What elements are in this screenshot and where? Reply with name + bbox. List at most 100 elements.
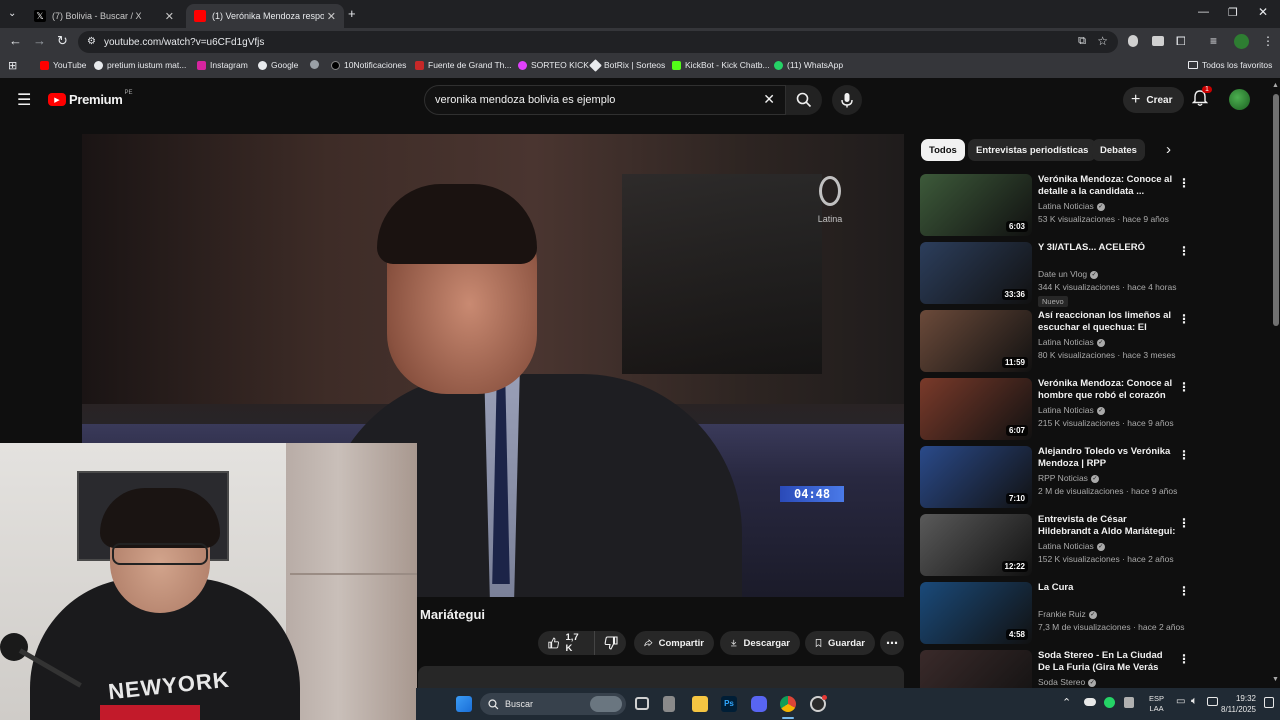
language-indicator[interactable]: ESP LAA — [1149, 694, 1164, 714]
bookmark-globe[interactable] — [310, 60, 323, 69]
recommendation-channel[interactable]: RPP Noticias ✓ — [1038, 473, 1099, 483]
recommendation-title[interactable]: Entrevista de César Hildebrandt a Aldo M… — [1038, 514, 1176, 539]
video-thumbnail[interactable]: 4:58 — [920, 582, 1032, 644]
recommendation-channel[interactable]: Frankie Ruiz ✓ — [1038, 609, 1097, 619]
recommendation-title[interactable]: Y 3I/ATLAS... ACELERÓ — [1038, 242, 1176, 254]
recommendation-item[interactable]: 4:58 La Cura Frankie Ruiz ✓ 7,3 M de visuali… — [920, 582, 1190, 646]
extensions-puzzle-icon[interactable]: ⧠ — [1176, 34, 1186, 49]
recommendation-channel[interactable]: Latina Noticias ✓ — [1038, 337, 1105, 347]
video-thumbnail[interactable]: 6:07 — [920, 378, 1032, 440]
chrome-menu-icon[interactable]: ⋮ — [1262, 34, 1274, 48]
tab-search-icon[interactable]: ⌄ — [8, 8, 16, 19]
new-tab-icon[interactable]: + — [348, 6, 356, 21]
share-button[interactable]: Compartir — [634, 631, 714, 655]
photoshop-icon[interactable]: Ps — [721, 696, 737, 712]
description-box[interactable] — [418, 666, 904, 688]
more-vert-icon[interactable]: ⋮ — [1178, 516, 1190, 530]
recommendation-item[interactable]: 6:07 Verónika Mendoza: Conoce al hombre q… — [920, 378, 1190, 442]
scroll-down-icon[interactable]: ▼ — [1272, 676, 1279, 683]
more-actions-button[interactable]: ⋯ — [880, 631, 904, 655]
video-thumbnail[interactable]: 7:10 — [920, 446, 1032, 508]
dislike-button[interactable] — [594, 631, 626, 655]
more-vert-icon[interactable]: ⋮ — [1178, 652, 1190, 666]
close-tab-icon[interactable]: ✕ — [165, 10, 174, 23]
more-vert-icon[interactable]: ⋮ — [1178, 176, 1190, 190]
save-button[interactable]: Guardar — [805, 631, 875, 655]
recommendation-item[interactable]: 12:22 Entrevista de César Hildebrandt a A… — [920, 514, 1190, 578]
create-button[interactable]: + Crear — [1123, 87, 1185, 113]
search-input[interactable]: veronika mendoza bolivia es ejemplo ✕ — [424, 85, 786, 115]
all-bookmarks[interactable]: Todos los favoritos — [1188, 60, 1272, 70]
forward-icon[interactable]: → — [33, 33, 46, 48]
recommendation-channel[interactable]: Latina Noticias ✓ — [1038, 541, 1105, 551]
install-icon[interactable]: ⧉ — [1078, 35, 1086, 48]
bookmark-kickbot[interactable]: KickBot - Kick Chatb... — [672, 60, 770, 70]
network-icon[interactable]: ▭ — [1176, 696, 1185, 707]
recommendation-item[interactable]: 33:36 Y 3I/ATLAS... ACELERÓ Date un Vlog ✓ 3… — [920, 242, 1190, 307]
recommendation-title[interactable]: Verónika Mendoza: Conoce al hombre que r… — [1038, 378, 1176, 403]
notification-center-icon[interactable] — [1264, 697, 1274, 708]
chips-next-icon[interactable]: › — [1166, 141, 1171, 158]
back-icon[interactable]: ← — [9, 33, 22, 48]
profile-avatar[interactable] — [1234, 34, 1249, 49]
chip-entrevistas[interactable]: Entrevistas periodísticas — [968, 139, 1097, 161]
recommendation-channel[interactable]: Latina Noticias ✓ — [1038, 405, 1105, 415]
recommendation-title[interactable]: La Cura — [1038, 582, 1176, 594]
scrollbar-thumb[interactable] — [1273, 94, 1279, 326]
video-thumbnail[interactable]: 11:59 — [920, 310, 1032, 372]
video-thumbnail[interactable]: 6:03 — [920, 174, 1032, 236]
youtube-logo[interactable]: ▶ Premium PE — [48, 90, 133, 107]
recommendation-title[interactable]: Soda Stereo - En La Ciudad De La Furia (… — [1038, 650, 1176, 675]
recommendation-title[interactable]: Así reaccionan los limeños al escuchar e… — [1038, 310, 1176, 335]
minimize-icon[interactable]: — — [1198, 6, 1209, 18]
bookmark-10notificaciones[interactable]: 10Notificaciones — [331, 60, 406, 70]
recommendation-item[interactable]: 6:03 Verónika Mendoza: Conoce al detalle … — [920, 174, 1190, 238]
video-thumbnail[interactable]: 33:36 — [920, 242, 1032, 304]
file-explorer-icon[interactable] — [692, 696, 708, 712]
bookmark-gta[interactable]: Fuente de Grand Th... — [415, 60, 511, 70]
chrome-icon[interactable] — [780, 696, 796, 712]
bookmark-botrix[interactable]: BotRix | Sorteos — [589, 58, 665, 72]
more-vert-icon[interactable]: ⋮ — [1178, 448, 1190, 462]
recommendation-channel[interactable]: Date un Vlog ✓ — [1038, 269, 1099, 279]
task-view-icon[interactable] — [635, 697, 649, 710]
bookmark-instagram[interactable]: Instagram — [197, 60, 248, 70]
clock[interactable]: 19:32 8/11/2025 — [1216, 693, 1256, 715]
recommendation-channel[interactable]: Soda Stereo ✓ — [1038, 677, 1097, 687]
app-tray-icon[interactable] — [1104, 697, 1115, 708]
close-tab-icon[interactable]: ✕ — [327, 10, 336, 23]
scroll-up-icon[interactable]: ▲ — [1272, 82, 1279, 89]
tab-youtube[interactable]: (1) Verónika Mendoza respondi ✕ — [186, 4, 344, 28]
notifications-button[interactable]: 1 — [1191, 86, 1212, 112]
site-info-icon[interactable]: ⚙ — [87, 36, 96, 47]
hamburger-menu-icon[interactable]: ☰ — [17, 90, 31, 110]
printer-app-icon[interactable] — [663, 696, 675, 712]
more-vert-icon[interactable]: ⋮ — [1178, 312, 1190, 326]
taskbar-search[interactable]: Buscar — [480, 693, 626, 715]
more-vert-icon[interactable]: ⋮ — [1178, 584, 1190, 598]
page-scrollbar[interactable]: ▲ ▼ — [1272, 80, 1280, 688]
recommendation-item[interactable]: 11:59 Así reaccionan los limeños al escuc… — [920, 310, 1190, 374]
voice-search-button[interactable] — [832, 85, 862, 115]
search-button[interactable] — [786, 85, 822, 115]
clear-search-icon[interactable]: ✕ — [763, 91, 775, 108]
bookmark-pretium[interactable]: pretium iustum mat... — [94, 60, 186, 70]
apps-grid-icon[interactable]: ⊞ — [8, 59, 17, 72]
recommendation-channel[interactable]: Latina Noticias ✓ — [1038, 201, 1105, 211]
restore-icon[interactable]: ❐ — [1228, 6, 1238, 19]
extension-icon[interactable] — [1152, 36, 1164, 46]
like-button[interactable]: 1,7 K — [538, 631, 594, 655]
bookmark-google[interactable]: Google — [258, 60, 298, 70]
discord-icon[interactable] — [751, 696, 767, 712]
bookmark-star-icon[interactable]: ☆ — [1097, 34, 1108, 48]
download-button[interactable]: Descargar — [720, 631, 800, 655]
chip-todos[interactable]: Todos — [921, 139, 965, 161]
chip-debates[interactable]: Debates — [1092, 139, 1145, 161]
close-window-icon[interactable]: ✕ — [1258, 5, 1268, 19]
onedrive-icon[interactable] — [1084, 698, 1096, 706]
recommendation-title[interactable]: Alejandro Toledo vs Verónika Mendoza | R… — [1038, 446, 1176, 470]
more-vert-icon[interactable]: ⋮ — [1178, 380, 1190, 394]
reload-icon[interactable]: ↻ — [57, 33, 68, 49]
recommendation-item[interactable]: 7:10 Alejandro Toledo vs Verónika Mendoza… — [920, 446, 1190, 510]
more-vert-icon[interactable]: ⋮ — [1178, 244, 1190, 258]
